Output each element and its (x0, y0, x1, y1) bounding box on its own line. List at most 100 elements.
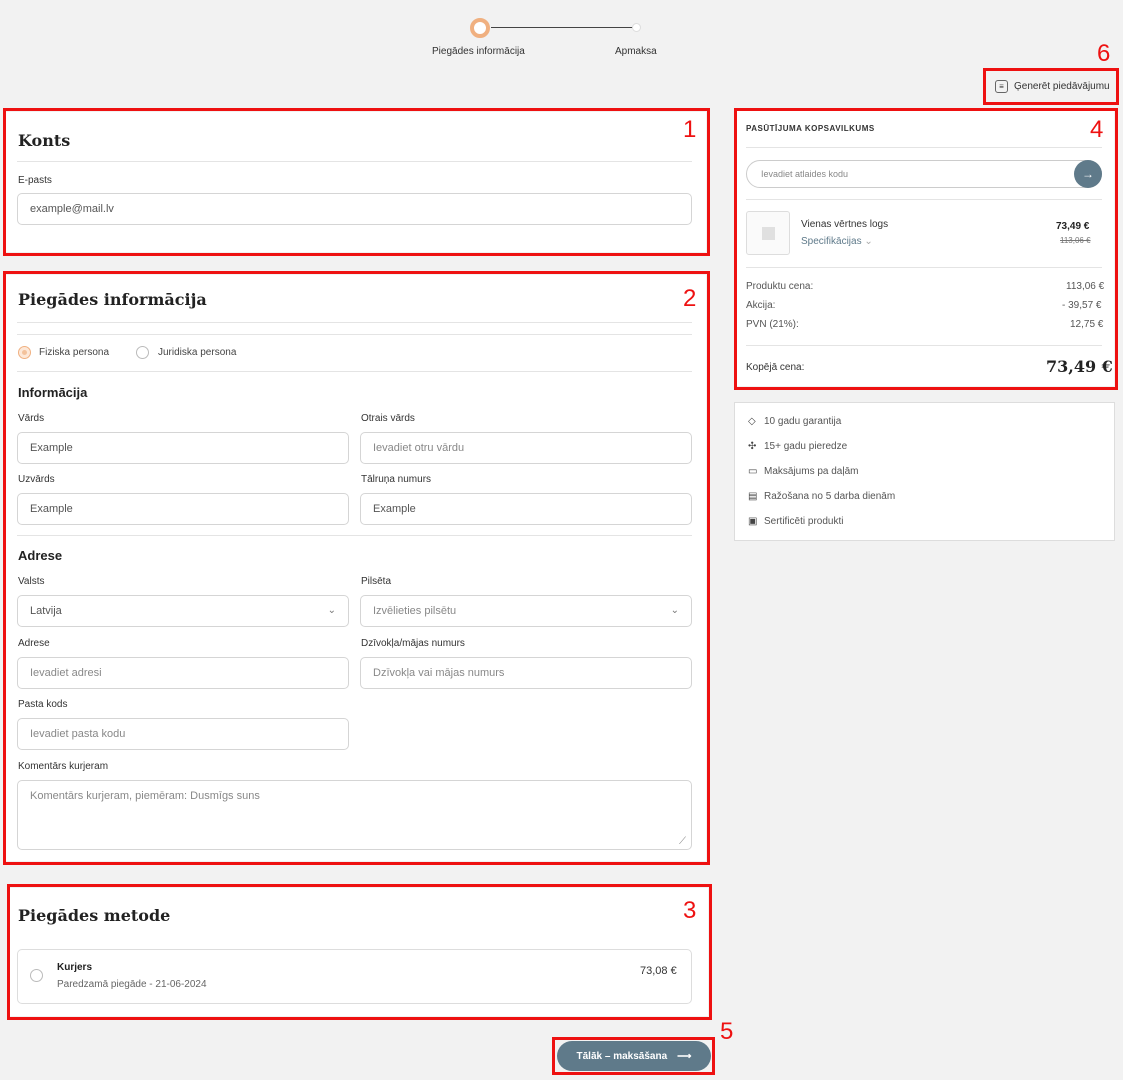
account-title: Konts (18, 131, 71, 150)
divider (746, 147, 1102, 148)
summary-row-value: 12,75 € (1070, 319, 1104, 330)
money-icon: ▭ (748, 466, 758, 477)
divider (17, 535, 692, 536)
total-label: Kopējā cena: (746, 362, 805, 373)
feature-text: Sertificēti produkti (764, 516, 844, 527)
specs-label: Specifikācijas (801, 236, 862, 247)
divider (746, 267, 1102, 268)
chevron-down-icon: ⌄ (327, 605, 336, 616)
divider (746, 345, 1102, 346)
annotation-number: 3 (683, 897, 697, 924)
city-placeholder: Izvēlieties pilsētu (373, 605, 457, 617)
chevron-down-icon: ⌄ (670, 605, 679, 616)
step-label-delivery[interactable]: Piegādes informācija (432, 46, 525, 57)
radio-courier[interactable] (30, 969, 43, 982)
annotation-number: 1 (683, 116, 697, 143)
summary-row-label: Produktu cena: (746, 281, 814, 292)
first-name-field[interactable]: Example (17, 432, 349, 464)
divider (17, 322, 692, 323)
apply-discount-button[interactable]: → (1074, 160, 1102, 188)
feature-text: Maksājums pa daļām (764, 466, 859, 477)
city-label: Pilsēta (361, 576, 392, 587)
feature-item: ▭ Maksājums pa daļām (748, 466, 858, 477)
step-label-payment[interactable]: Apmaksa (615, 46, 657, 57)
summary-row-label: PVN (21%): (746, 319, 799, 330)
highlight-box-4 (734, 108, 1118, 390)
feature-item: ◇ 10 gadu garantija (748, 416, 841, 427)
document-icon: ≡ (995, 80, 1008, 93)
product-specs-toggle[interactable]: Specifikācijas ⌄ (801, 236, 873, 247)
factory-icon: ▤ (748, 491, 758, 502)
feature-text: 10 gadu garantija (764, 416, 842, 427)
annotation-number: 5 (720, 1018, 734, 1045)
feature-text: 15+ gadu pieredze (764, 441, 848, 452)
address-label: Adrese (18, 638, 50, 649)
email-field[interactable]: example@mail.lv (17, 193, 692, 225)
last-name-label: Uzvārds (18, 474, 55, 485)
summary-row-value: - 39,57 € (1062, 300, 1102, 311)
radio-legal-person[interactable] (136, 346, 149, 359)
shield-icon: ◇ (748, 416, 756, 427)
stepper-line (491, 27, 633, 28)
radio-private-person[interactable] (18, 346, 31, 359)
annotation-number: 2 (683, 285, 697, 312)
discount-placeholder: Ievadiet atlaides kodu (761, 169, 849, 179)
feature-item: ▣ Sertificēti produkti (748, 516, 843, 527)
product-name: Vienas vērtnes logs (801, 219, 889, 230)
middle-name-field[interactable]: Ievadiet otru vārdu (360, 432, 692, 464)
feature-item: ▤ Ražošana no 5 darba dienām (748, 491, 895, 502)
address-heading: Adrese (18, 548, 63, 563)
product-price: 73,49 € (1056, 221, 1090, 232)
annotation-number: 4 (1090, 116, 1104, 143)
comment-label: Komentārs kurjeram (18, 761, 109, 772)
summary-row-value: 113,06 € (1066, 281, 1105, 292)
courier-comment-textarea[interactable]: Komentārs kurjeram, piemēram: Dusmīgs su… (17, 780, 692, 850)
next-payment-button[interactable]: Tālāk – maksāšana ⟶ (557, 1041, 711, 1071)
middle-name-label: Otrais vārds (361, 413, 415, 424)
step-inactive-indicator (632, 23, 641, 32)
postal-code-field[interactable]: Ievadiet pasta kodu (17, 718, 349, 750)
country-value: Latvija (30, 605, 62, 617)
divider (17, 334, 692, 335)
postal-label: Pasta kods (18, 699, 68, 710)
discount-code-field[interactable]: Ievadiet atlaides kodu (746, 160, 1102, 188)
generate-quote-button[interactable]: ≡ Ģenerēt piedāvājumu (995, 80, 1110, 93)
certificate-icon: ▣ (748, 516, 758, 527)
country-select[interactable]: Latvija ⌄ (17, 595, 349, 627)
courier-option[interactable] (17, 949, 692, 1004)
resize-handle-icon[interactable]: ⟋ (679, 836, 686, 847)
country-label: Valsts (18, 576, 45, 587)
apartment-field[interactable]: Dzīvokļa vai mājas numurs (360, 657, 692, 689)
courier-name: Kurjers (57, 962, 93, 973)
last-name-field[interactable]: Example (17, 493, 349, 525)
divider (17, 371, 692, 372)
courier-price: 73,08 € (640, 965, 677, 977)
radio-private-label: Fiziska persona (39, 347, 110, 358)
divider (746, 199, 1102, 200)
handshake-icon: ✣ (748, 441, 757, 452)
highlight-box-2 (3, 271, 710, 865)
feature-item: ✣ 15+ gadu pieredze (748, 441, 847, 452)
next-button-label: Tālāk – maksāšana (576, 1050, 668, 1062)
delivery-info-title: Piegādes informācija (18, 290, 207, 309)
chevron-down-icon: ⌄ (864, 236, 873, 247)
address-field[interactable]: Ievadiet adresi (17, 657, 349, 689)
divider (17, 161, 692, 162)
product-old-price: 113,06 € (1060, 236, 1091, 245)
total-value: 73,49 € (1046, 357, 1113, 376)
step-active-indicator (470, 18, 490, 38)
product-thumbnail[interactable] (746, 211, 790, 255)
phone-field[interactable]: Example (360, 493, 692, 525)
apartment-label: Dzīvokļa/mājas numurs (361, 638, 465, 649)
feature-text: Ražošana no 5 darba dienām (764, 491, 896, 502)
delivery-method-title: Piegādes metode (18, 906, 171, 925)
generate-quote-label: Ģenerēt piedāvājumu (1014, 81, 1110, 92)
summary-title: PASŪTĪJUMA KOPSAVILKUMS (746, 124, 875, 133)
summary-row-label: Akcija: (746, 300, 776, 311)
annotation-number: 6 (1097, 40, 1111, 67)
arrow-right-icon: ⟶ (677, 1050, 692, 1062)
phone-label: Tālruņa numurs (361, 474, 432, 485)
highlight-box-1 (3, 108, 710, 256)
city-select[interactable]: Izvēlieties pilsētu ⌄ (360, 595, 692, 627)
window-image (762, 227, 775, 240)
